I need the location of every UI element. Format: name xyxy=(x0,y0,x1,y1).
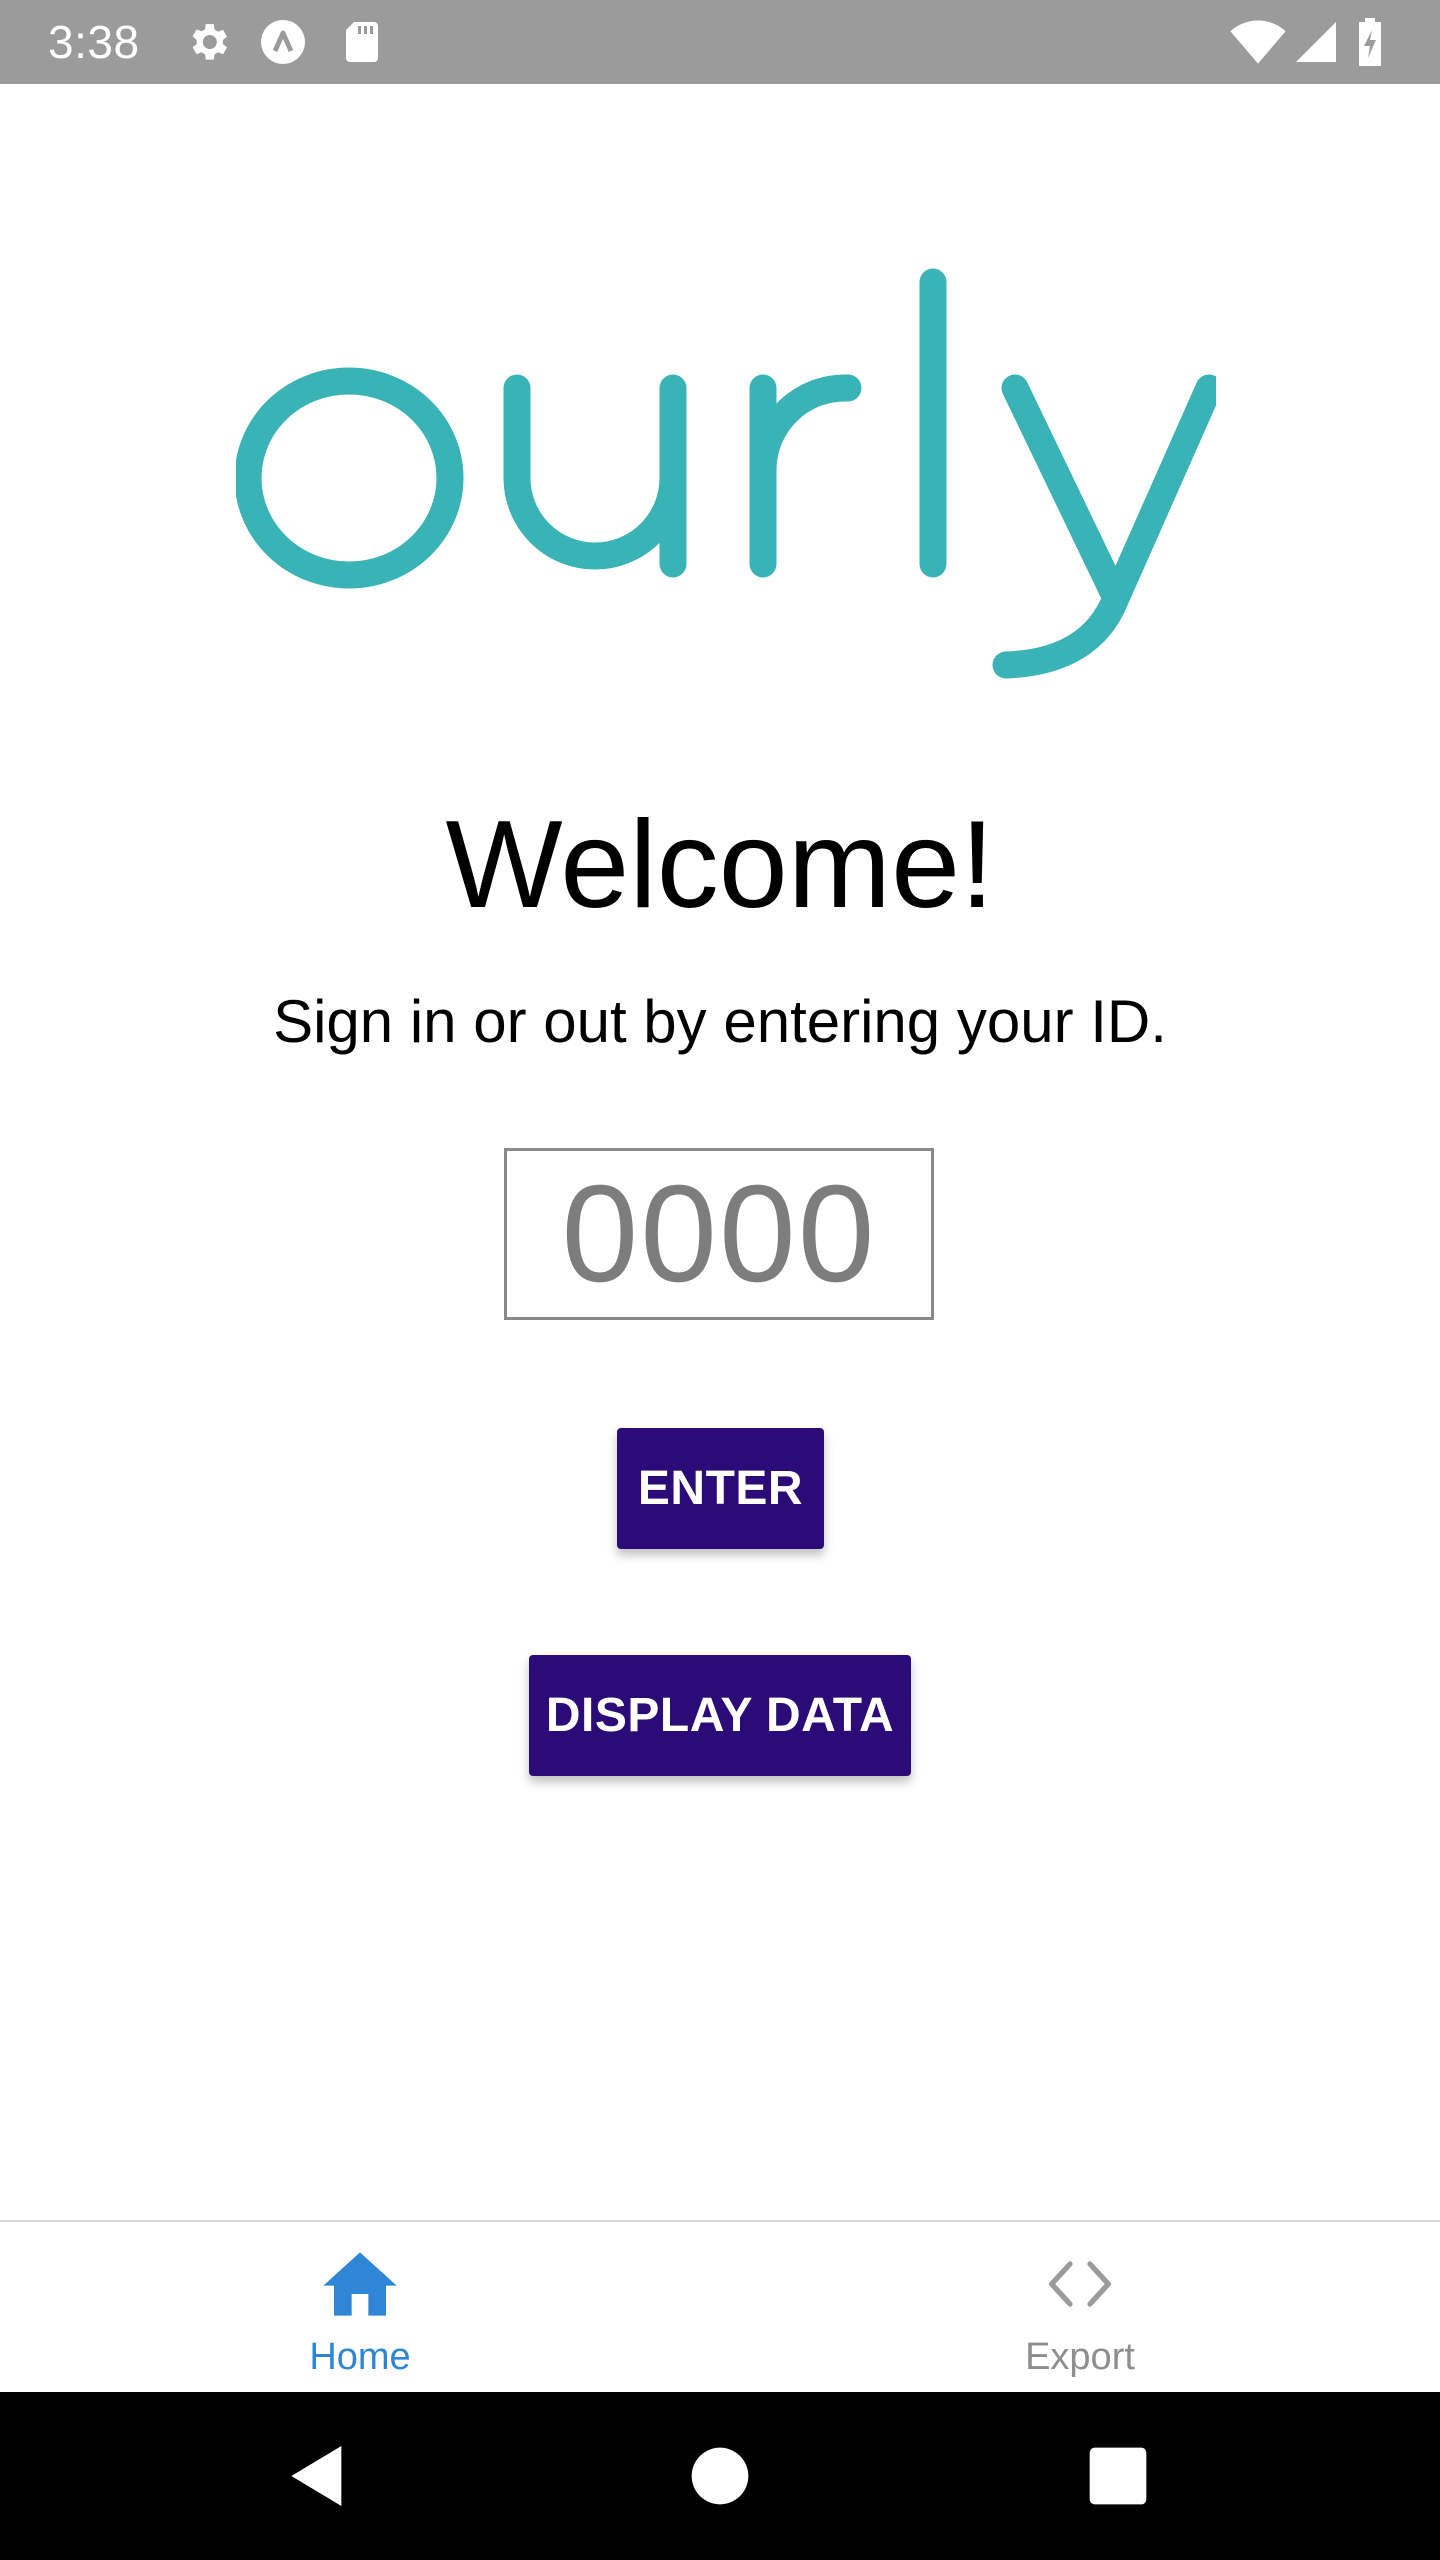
code-icon xyxy=(1040,2244,1120,2324)
welcome-title: Welcome! xyxy=(445,796,995,934)
bottom-tab-bar: Home Export xyxy=(0,2220,1440,2394)
home-icon xyxy=(320,2244,400,2324)
system-nav-bar xyxy=(0,2392,1440,2560)
back-icon[interactable] xyxy=(278,2436,358,2516)
status-bar: 3:38 xyxy=(0,0,1440,84)
sd-card-icon xyxy=(338,18,386,66)
id-input[interactable] xyxy=(504,1148,934,1320)
tab-export-label: Export xyxy=(1025,2336,1135,2378)
instructions-text: Sign in or out by entering your ID. xyxy=(273,988,1167,1055)
tab-home-label: Home xyxy=(309,2336,411,2378)
tab-export[interactable]: Export xyxy=(720,2222,1440,2394)
app-screen: 3:38 Welcome! Sign in or out by entering… xyxy=(0,0,1440,2560)
app-icon xyxy=(259,18,307,66)
signal-icon xyxy=(1292,18,1340,66)
battery-charging-icon xyxy=(1352,18,1388,66)
recents-icon[interactable] xyxy=(1078,2436,1158,2516)
status-time: 3:38 xyxy=(48,16,140,68)
wifi-icon xyxy=(1228,18,1288,66)
home-circle-icon[interactable] xyxy=(680,2436,760,2516)
tab-home[interactable]: Home xyxy=(0,2222,720,2394)
enter-button[interactable]: ENTER xyxy=(617,1428,824,1549)
display-data-button[interactable]: DISPLAY DATA xyxy=(529,1655,911,1776)
settings-icon xyxy=(184,18,232,66)
ourly-logo xyxy=(236,262,1216,702)
